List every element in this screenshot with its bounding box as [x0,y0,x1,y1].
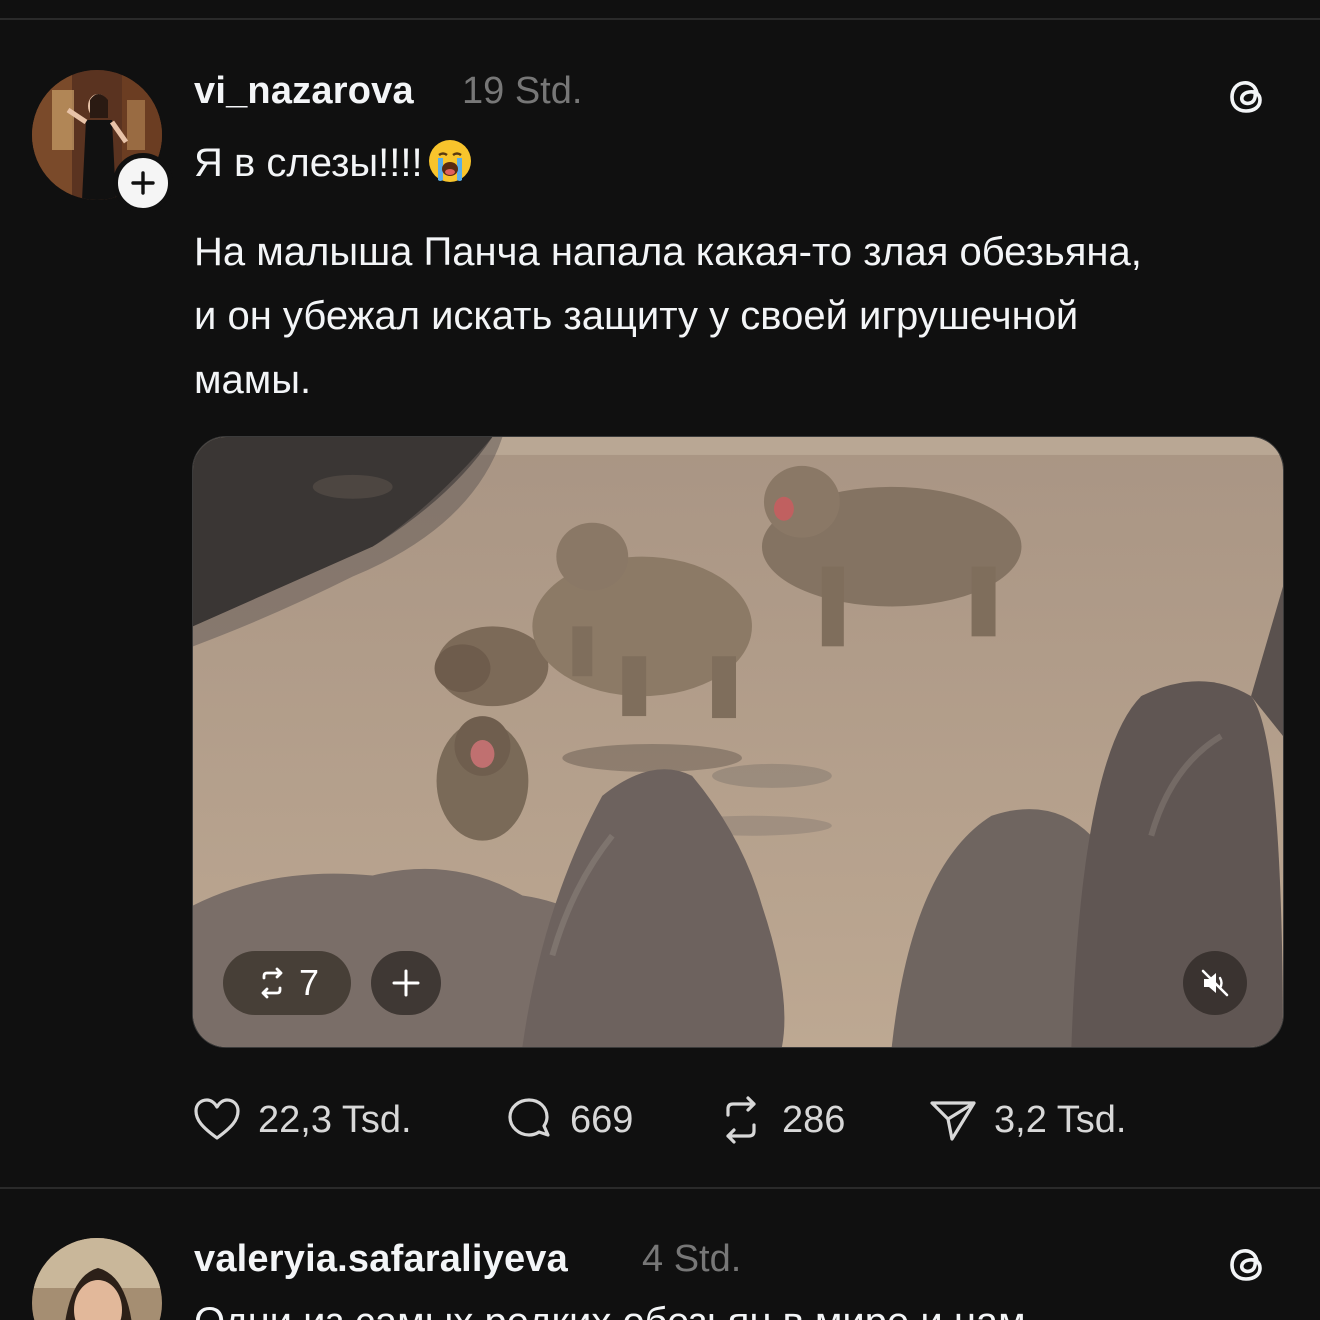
post-text-line-3: и он убежал искать защиту у своей игруше… [194,294,1079,338]
plus-icon [392,969,420,997]
repost-icon [726,1096,756,1144]
post-text-line-2: На малыша Панча напала какая-то злая обе… [194,230,1142,274]
threads-icon[interactable] [1224,72,1272,120]
post-video[interactable]: 7 [192,436,1284,1048]
share-count: 3,2 Tsd. [994,1098,1127,1141]
video-frame [193,437,1283,1047]
post-time: 4 Std. [642,1238,742,1280]
heart-icon [194,1098,240,1140]
username[interactable]: valeryia.safaraliyeva [194,1238,568,1281]
remix-count: 7 [298,962,320,1003]
reply-count: 669 [570,1098,634,1141]
avatar-photo [32,1238,162,1320]
send-icon [930,1101,976,1141]
follow-button[interactable] [113,153,173,213]
share-button[interactable]: 3,2 Tsd. [928,1094,1126,1146]
reply-button[interactable]: 669 [504,1094,633,1146]
loudly-crying-face-icon [428,140,471,182]
post-text-line-4: мамы. [194,358,312,402]
remix-button[interactable]: 7 [223,951,351,1015]
add-button[interactable] [371,951,441,1015]
plus-icon [131,171,155,195]
post-time: 19 Std. [462,70,583,112]
mute-button[interactable] [1183,951,1247,1015]
post-text-preview: Одни из самых редких обезьян в мире и на… [194,1300,1026,1320]
comment-icon [508,1098,550,1137]
avatar[interactable] [32,1238,162,1320]
post-text-line-1: Я в слезы!!!! [194,138,473,186]
repost-count: 286 [782,1098,846,1141]
post-text-1: Я в слезы!!!! [194,141,423,185]
username[interactable]: vi_nazarova [194,70,414,113]
threads-icon[interactable] [1224,1240,1272,1288]
speaker-muted-icon [1201,969,1229,997]
like-button[interactable]: 22,3 Tsd. [192,1094,412,1146]
repost-button[interactable]: 286 [716,1094,845,1146]
threads-feed: vi_nazarova 19 Std. Я в слезы!!!! На мал… [0,0,1320,1320]
like-count: 22,3 Tsd. [258,1098,412,1141]
post-vi-nazarova[interactable]: vi_nazarova 19 Std. Я в слезы!!!! На мал… [0,0,1320,1188]
repost-icon [261,967,283,999]
